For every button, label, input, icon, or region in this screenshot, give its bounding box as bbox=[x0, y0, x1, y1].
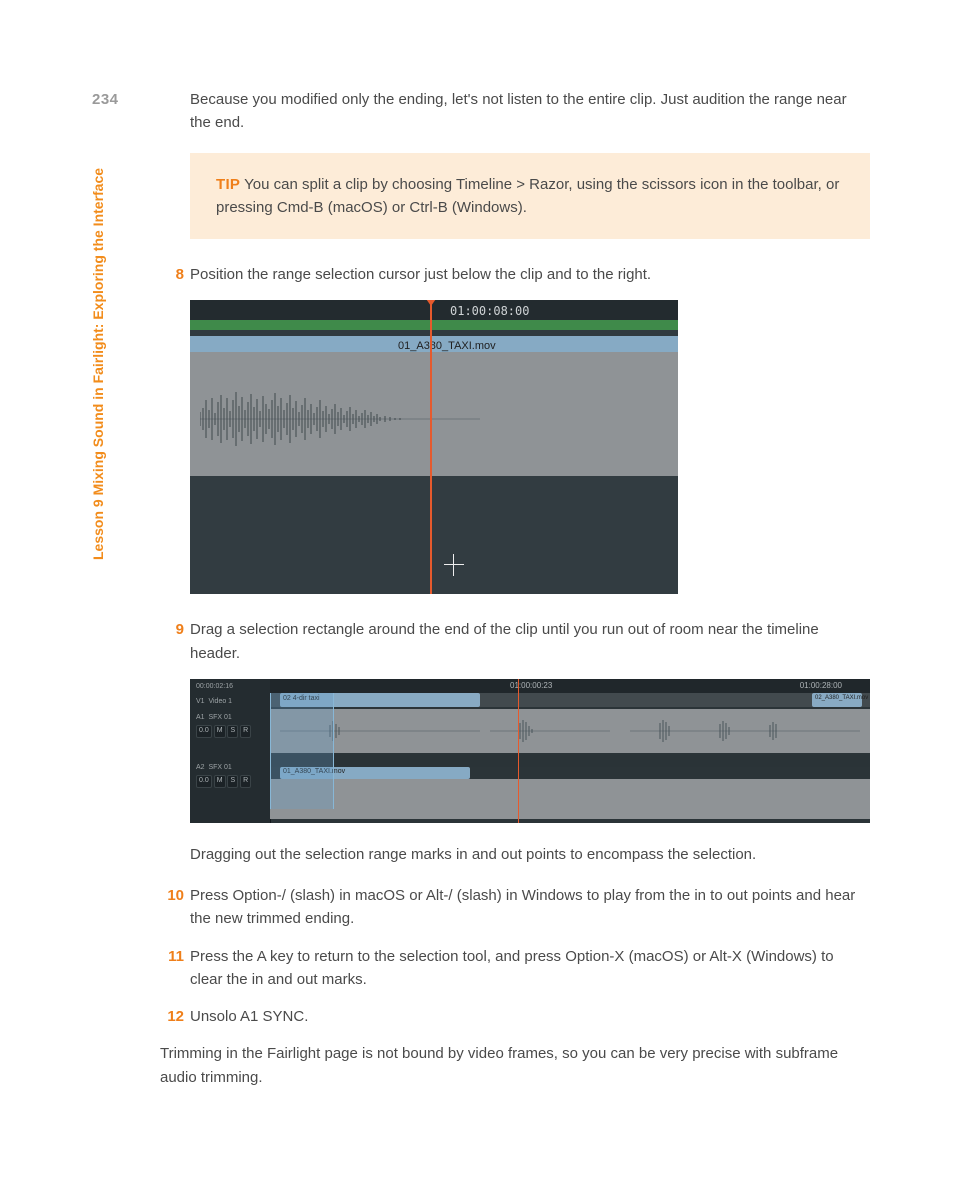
step-text: Position the range selection cursor just… bbox=[190, 266, 651, 283]
track-control[interactable]: 0.0 bbox=[196, 775, 212, 788]
step-10: 10 Press Option-/ (slash) in macOS or Al… bbox=[190, 884, 870, 931]
closing-paragraph: Trimming in the Fairlight page is not bo… bbox=[160, 1042, 870, 1089]
track-a1-label: A1 SFX 01 bbox=[196, 713, 232, 724]
step-text: Drag a selection rectangle around the en… bbox=[190, 621, 819, 661]
caption-step9: Dragging out the selection range marks i… bbox=[190, 843, 870, 866]
step-8: 8 Position the range selection cursor ju… bbox=[190, 263, 870, 286]
intro-paragraph: Because you modified only the ending, le… bbox=[190, 88, 870, 135]
track-a2-label: A2 SFX 01 bbox=[196, 763, 232, 774]
step-text: Press the A key to return to the selecti… bbox=[190, 948, 834, 988]
step-9: 9 Drag a selection rectangle around the … bbox=[190, 618, 870, 665]
audio-track-a1 bbox=[270, 709, 870, 753]
main-content: Because you modified only the ending, le… bbox=[190, 88, 870, 1107]
side-running-head: Lesson 9 Mixing Sound in Fairlight: Expl… bbox=[88, 168, 110, 560]
track-solo-button[interactable]: S bbox=[227, 725, 238, 738]
video-track: 02 4-dir taxi 02_A380_TAXI.mov bbox=[270, 693, 870, 707]
step-text: Press Option-/ (slash) in macOS or Alt-/… bbox=[190, 887, 855, 927]
clip-name-label: 01_A380_TAXI.mov bbox=[398, 338, 496, 355]
tip-text: You can split a clip by choosing Timelin… bbox=[216, 176, 839, 216]
waveform bbox=[630, 719, 860, 743]
track-solo-button[interactable]: S bbox=[227, 775, 238, 788]
step-text: Unsolo A1 SYNC. bbox=[190, 1008, 308, 1025]
empty-track-area bbox=[190, 476, 678, 594]
track-control[interactable]: 0.0 bbox=[196, 725, 212, 738]
waveform bbox=[200, 380, 480, 458]
step-11: 11 Press the A key to return to the sele… bbox=[190, 945, 870, 992]
step-number: 8 bbox=[160, 263, 184, 286]
video-track-strip bbox=[190, 320, 678, 330]
clip-label: 02_A380_TAXI.mov bbox=[815, 694, 868, 703]
figure-timeline-closeup: 01:00:08:00 01_A380_TAXI.mov bbox=[190, 300, 678, 594]
track-gap bbox=[270, 755, 870, 767]
range-selection bbox=[270, 693, 334, 809]
playhead bbox=[430, 300, 432, 594]
ruler-tc: 01:00:00:23 bbox=[510, 680, 552, 692]
waveform bbox=[490, 719, 610, 743]
step-number: 11 bbox=[160, 945, 184, 968]
tip-label: TIP bbox=[216, 176, 240, 193]
playhead bbox=[518, 679, 519, 823]
header-tc: 00:00:02:16 bbox=[196, 682, 233, 693]
audio-track-a2 bbox=[270, 779, 870, 819]
video-clip: 02_A380_TAXI.mov bbox=[812, 693, 862, 707]
track-header-panel: 00:00:02:16 V1 Video 1 A1 SFX 01 0.0 M S… bbox=[190, 679, 271, 823]
step-number: 9 bbox=[160, 618, 184, 641]
ruler-tc: 01:00:28:00 bbox=[800, 680, 842, 692]
track-mute-button[interactable]: M bbox=[214, 725, 226, 738]
step-number: 12 bbox=[160, 1005, 184, 1028]
range-cursor-icon bbox=[444, 554, 464, 576]
track-arm-button[interactable]: R bbox=[240, 725, 251, 738]
step-12: 12 Unsolo A1 SYNC. bbox=[190, 1005, 870, 1028]
tip-box: TIP You can split a clip by choosing Tim… bbox=[190, 153, 870, 240]
timeline-ruler: 01:00:00:23 01:00:28:00 bbox=[270, 679, 870, 693]
figure-timeline-wide: 00:00:02:16 V1 Video 1 A1 SFX 01 0.0 M S… bbox=[190, 679, 870, 823]
track-mute-button[interactable]: M bbox=[214, 775, 226, 788]
track-v1-label: V1 Video 1 bbox=[196, 697, 232, 708]
playhead-marker-icon bbox=[424, 300, 438, 306]
page-number: 234 bbox=[92, 88, 119, 111]
ruler-timecode: 01:00:08:00 bbox=[450, 302, 529, 321]
step-number: 10 bbox=[160, 884, 184, 907]
timeline-tracks: 01:00:00:23 01:00:28:00 02 4-dir taxi 02… bbox=[270, 679, 870, 823]
track-arm-button[interactable]: R bbox=[240, 775, 251, 788]
